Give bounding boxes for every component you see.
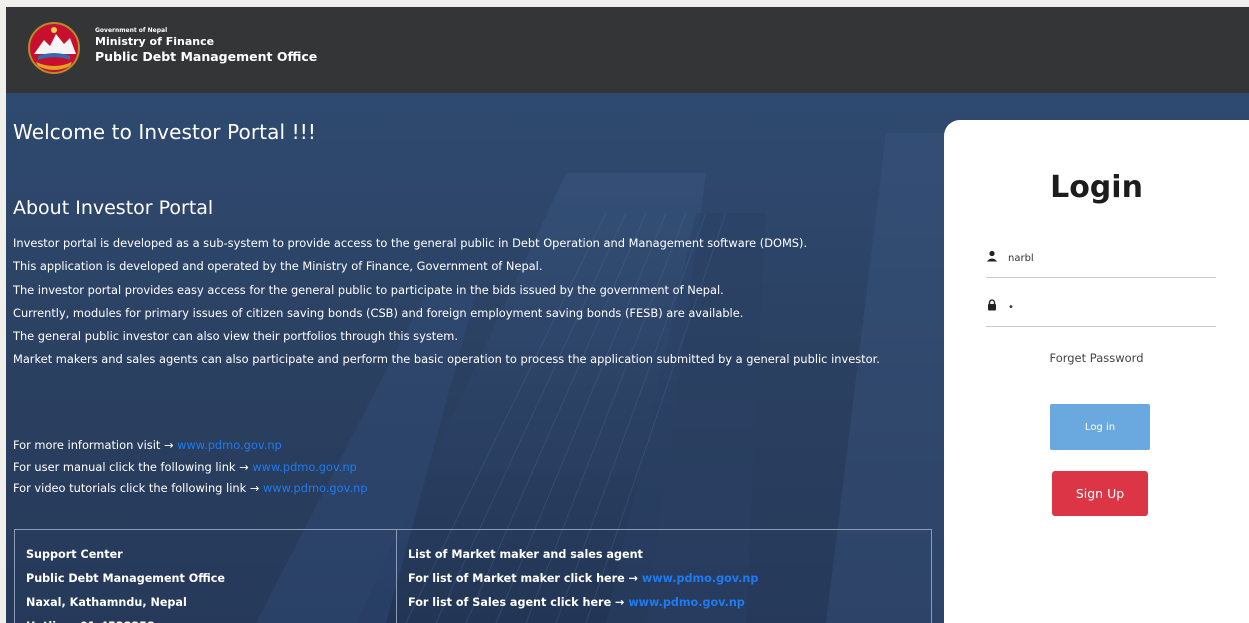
info-link-row: For user manual click the following link… [13,457,368,479]
support-address: Naxal, Kathamndu, Nepal [26,596,187,609]
description-line: The investor portal provides easy access… [13,282,724,297]
support-office: Public Debt Management Office [26,572,225,585]
video-tutorials-link[interactable]: www.pdmo.gov.np [263,481,368,495]
support-table: Support Center Public Debt Management Of… [14,529,932,623]
info-link-row: For video tutorials click the following … [13,478,368,500]
about-description: Investor portal is developed as a sub-sy… [13,232,933,372]
username-input[interactable] [1008,246,1208,270]
org-title: Government of Nepal Ministry of Finance … [95,27,317,65]
ministry-label: Ministry of Finance [95,35,215,48]
market-list: List of Market maker and sales agent For… [408,543,758,615]
info-link-text: For user manual click the following link… [13,459,253,474]
info-links: For more information visit → www.pdmo.go… [13,435,368,500]
nepal-emblem-icon [28,22,80,74]
description-line: The general public investor can also vie… [13,329,458,344]
login-button[interactable]: Log in [1050,404,1150,450]
info-link-row: For more information visit → www.pdmo.go… [13,435,368,457]
forget-password-link[interactable]: Forget Password [944,351,1249,365]
lock-icon [988,299,996,311]
market-maker-link[interactable]: www.pdmo.gov.np [642,572,758,585]
support-center: Support Center Public Debt Management Of… [26,543,225,623]
sales-agent-text: For list of Sales agent click here → [408,596,629,609]
info-link-text: For more information visit → [13,438,178,452]
password-input[interactable] [1008,295,1208,319]
market-maker-row: For list of Market maker click here → ww… [408,567,758,591]
market-maker-text: For list of Market maker click here → [408,572,642,585]
description-line: Currently, modules for primary issues of… [13,305,744,320]
header-bar: Government of Nepal Ministry of Finance … [6,7,1249,93]
gov-label: Government of Nepal [95,27,168,34]
support-hotline: Hotline: 01-4538358 [26,615,225,623]
support-title: Support Center [26,548,123,561]
market-title: List of Market maker and sales agent [408,548,643,561]
table-divider [396,530,397,623]
login-card: Login Forget Password Log in Sign Up [944,120,1249,623]
description-line: Market makers and sales agents can also … [13,352,880,367]
about-heading: About Investor Portal [13,197,214,219]
description-line: This application is developed and operat… [13,259,543,274]
sales-agent-row: For list of Sales agent click here → www… [408,591,758,615]
password-field [986,291,1216,327]
app-frame: Government of Nepal Ministry of Finance … [6,7,1249,623]
signup-button[interactable]: Sign Up [1052,471,1148,516]
more-info-link[interactable]: www.pdmo.gov.np [177,438,282,452]
username-field [986,242,1216,278]
info-link-text: For video tutorials click the following … [13,481,263,495]
user-icon [986,250,998,262]
office-label: Public Debt Management Office [95,49,318,64]
login-title: Login [1050,170,1143,205]
sales-agent-link[interactable]: www.pdmo.gov.np [628,596,744,609]
description-line: Investor portal is developed as a sub-sy… [13,236,808,250]
user-manual-link[interactable]: www.pdmo.gov.np [252,460,357,474]
welcome-heading: Welcome to Investor Portal !!! [13,120,316,144]
